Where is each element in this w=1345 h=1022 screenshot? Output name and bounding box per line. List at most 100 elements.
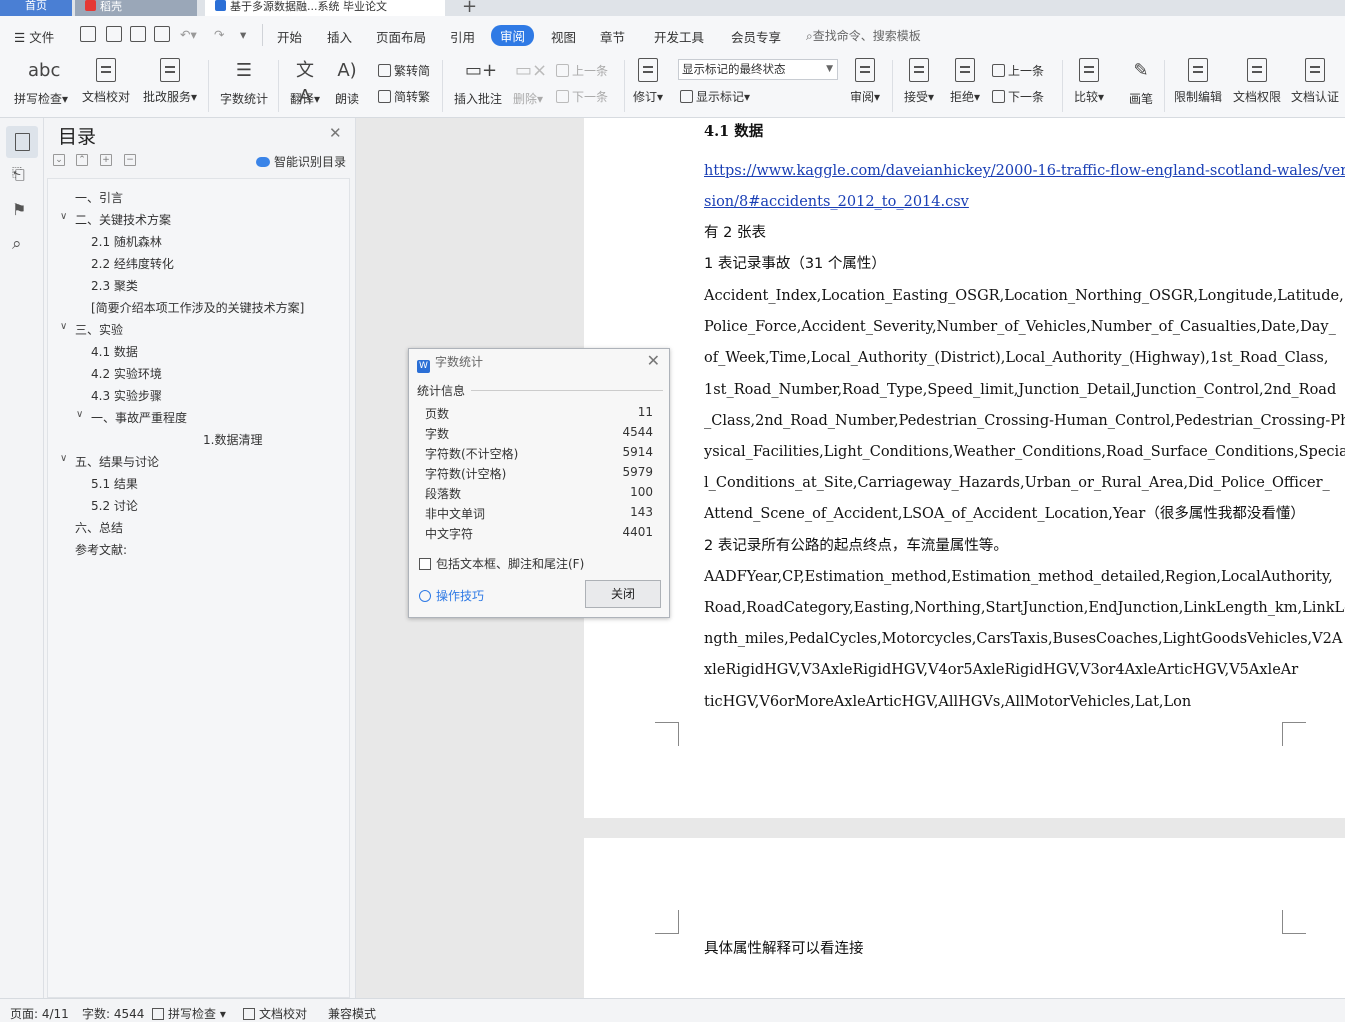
command-search[interactable]: ⌕查找命令、搜索模板 [806,27,921,44]
tab-view[interactable]: 视图 [551,27,576,46]
simp-to-trad-button[interactable]: 简转繁 [378,88,430,105]
insert-comment-icon: ▭+ [465,60,498,81]
stat-row: 字符数(计空格) 5979 [425,465,653,485]
toc-item[interactable]: 六、总结 [75,519,123,536]
chapter-nav-icon[interactable]: ⎗ [12,164,32,184]
doc-permission-button[interactable]: 文档权限 [1231,58,1283,105]
accept-button[interactable]: 接受▾ [900,58,938,105]
page-indicator[interactable]: 页面: 4/11 [10,1005,69,1022]
stat-label: 中文字符 [425,527,474,541]
doc-certify-button[interactable]: 文档认证 [1289,58,1341,105]
tab-document[interactable]: 基于多源数据融...系统 毕业论文 [205,0,445,16]
read-aloud-button[interactable]: A) 朗读 [330,58,364,107]
next-change-button[interactable]: 下一条 [992,88,1044,105]
outline-icon[interactable] [6,126,38,158]
collapse-level-icon[interactable]: ⌄ [53,154,65,166]
checkbox-icon[interactable] [419,558,431,570]
toc-item[interactable]: 4.1 数据 [91,343,138,360]
spellcheck-toggle[interactable]: 拼写检查 ▾ [152,1005,226,1022]
close-icon[interactable]: ✕ [647,351,660,370]
reject-button[interactable]: 拒绝▾ [946,58,984,105]
tab-chapter[interactable]: 章节 [600,27,625,46]
chevron-down-icon[interactable]: ∨ [60,321,67,332]
insert-comment-button[interactable]: ▭+ 插入批注 [452,58,504,107]
toc-item[interactable]: 参考文献: [75,541,127,558]
collapse-all-icon[interactable]: − [124,154,136,166]
tips-link[interactable]: 操作技巧 [419,587,484,604]
print-icon[interactable] [130,26,146,42]
tab-member[interactable]: 会员专享 [731,27,781,46]
close-icon[interactable]: ✕ [329,124,342,142]
file-menu[interactable]: ☰ 文件 [14,27,54,46]
new-tab-button[interactable]: + [462,0,477,17]
toc-item[interactable]: ∨ 二、关键技术方案 [60,211,171,228]
review-pane-button[interactable]: 审阅▾ [846,58,884,105]
find-icon[interactable]: ⌕ [12,234,32,254]
restrict-editing-button[interactable]: 限制编辑 [1172,58,1224,105]
toc-item[interactable]: ∨ 一、事故严重程度 [76,409,187,426]
track-changes-button[interactable]: 修订▾ [630,58,666,105]
tab-daoke[interactable]: 稻壳 [75,0,197,16]
dataset-link[interactable]: https://www.kaggle.com/daveianhickey/200… [704,156,1345,187]
toc-item[interactable]: [简要介绍本项工作涉及的关键技术方案] [91,299,304,316]
toc-item[interactable]: 一、引言 [75,189,123,206]
toc-item[interactable]: ∨ 五、结果与讨论 [60,453,159,470]
toc-item[interactable]: 5.2 讨论 [91,497,138,514]
toc-item[interactable]: 4.2 实验环境 [91,365,162,382]
include-textbox-checkbox[interactable]: 包括文本框、脚注和尾注(F) [419,555,584,572]
chevron-down-icon[interactable]: ∨ [60,211,67,222]
tab-insert[interactable]: 插入 [327,27,352,46]
chevron-down-icon[interactable]: ∨ [60,453,67,464]
close-button[interactable]: 关闭 [585,580,661,608]
document-page[interactable]: 具体属性解释可以看连接 [584,838,1345,998]
toc-item[interactable]: 4.3 实验步骤 [91,387,162,404]
undo-icon[interactable]: ↶▾ [180,27,197,42]
toc-item[interactable]: 2.3 聚类 [91,277,138,294]
tab-review[interactable]: 审阅 [491,25,535,46]
spellcheck-button[interactable]: abc 拼写检查▾ [10,58,72,107]
export-pdf-icon[interactable] [106,26,122,42]
dataset-link-line1[interactable]: https://www.kaggle.com/daveianhickey/200… [704,163,1345,179]
toc-item[interactable]: 2.2 经纬度转化 [91,255,174,272]
smart-toc-button[interactable]: 智能识别目录 [256,153,346,170]
accept-label: 接受 [903,90,928,104]
next-comment-button[interactable]: 下一条 [556,88,608,105]
print-preview-icon[interactable] [154,26,170,42]
tab-home[interactable]: 首页 [0,0,72,16]
trad-to-simp-button[interactable]: 繁转简 [378,62,430,79]
tab-developer[interactable]: 开发工具 [654,27,704,46]
toc-item[interactable]: 1.数据清理 [203,431,262,448]
tab-references[interactable]: 引用 [450,27,475,46]
expand-level-icon[interactable]: ⌃ [76,154,88,166]
markup-display-select[interactable]: 显示标记的最终状态 ▼ [678,59,838,80]
bookmark-icon[interactable]: ⚑ [12,200,32,220]
save-icon[interactable] [80,26,96,42]
toc-item-label: 2.1 随机森林 [91,235,162,249]
word-count-button[interactable]: ☰ 字数统计 [218,58,270,107]
doc-proof-status[interactable]: 文档校对 [243,1005,307,1022]
word-count-indicator[interactable]: 字数: 4544 [82,1005,144,1022]
doc-proof-button[interactable]: 文档校对 [80,58,132,105]
expand-all-icon[interactable]: + [100,154,112,166]
delete-comment-button[interactable]: ▭× 删除▾ [510,58,547,107]
tab-start[interactable]: 开始 [277,27,302,46]
prev-comment-button[interactable]: 上一条 [556,62,608,79]
toc-item[interactable]: 5.1 结果 [91,475,138,492]
dataset-link-line2[interactable]: sion/8#accidents_2012_to_2014.csv [704,194,969,210]
redo-icon[interactable]: ↷ [214,27,224,42]
review-service-button[interactable]: 批改服务▾ [140,58,200,105]
show-markup-button[interactable]: 显示标记▾ [680,88,750,105]
translate-button[interactable]: 文A 翻译▾ [287,58,323,107]
prev-change-button[interactable]: 上一条 [992,62,1044,79]
toc-item[interactable]: 2.1 随机森林 [91,233,162,250]
toc-item[interactable]: ∨ 三、实验 [60,321,123,338]
pen-button[interactable]: ✎ 画笔 [1124,58,1158,107]
more-quick-access-icon[interactable]: ▾ [240,27,246,42]
divider [471,390,663,391]
dataset-link-cont[interactable]: sion/8#accidents_2012_to_2014.csv [704,187,969,218]
compare-button[interactable]: 比较▾ [1070,58,1108,105]
command-search-placeholder: 查找命令、搜索模板 [812,29,921,43]
document-page[interactable]: 4.1 数据 https://www.kaggle.com/daveianhic… [584,118,1345,818]
chevron-down-icon[interactable]: ∨ [76,409,83,420]
tab-page-layout[interactable]: 页面布局 [376,27,426,46]
